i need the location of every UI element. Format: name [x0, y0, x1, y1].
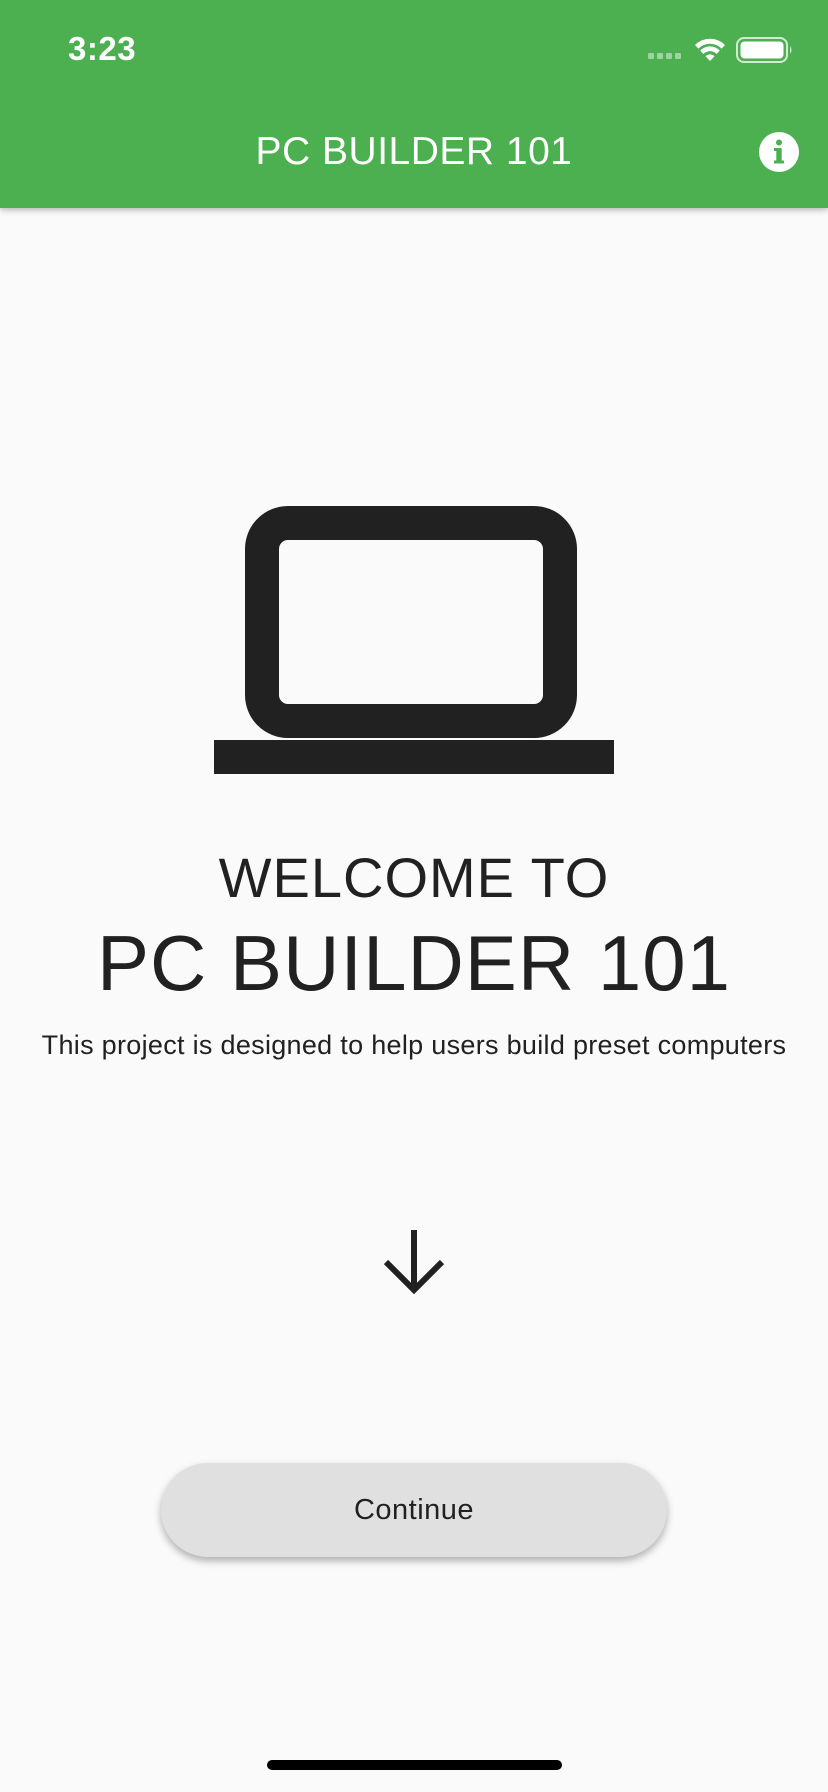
status-icons	[648, 37, 792, 63]
continue-button[interactable]: Continue	[161, 1463, 667, 1557]
cellular-signal-icon	[648, 53, 681, 59]
app-name-heading: PC BUILDER 101	[97, 919, 731, 1007]
battery-icon	[736, 37, 792, 63]
welcome-heading: WELCOME TO	[218, 846, 610, 909]
status-time: 3:23	[68, 30, 137, 67]
description-text: This project is designed to help users b…	[41, 1030, 787, 1060]
app-bar-title: PC BUILDER 101	[255, 130, 573, 173]
wifi-icon	[695, 38, 725, 61]
home-indicator[interactable]	[267, 1760, 562, 1770]
welcome-screen: 3:23 PC BUILDER 101 WELCOME TO PC BUILDE…	[0, 0, 828, 1792]
laptop-icon	[214, 506, 614, 774]
app-bar: 3:23 PC BUILDER 101	[0, 0, 828, 208]
arrow-down-icon	[383, 1230, 445, 1295]
info-icon[interactable]	[757, 130, 801, 174]
continue-button-label: Continue	[353, 1493, 475, 1526]
